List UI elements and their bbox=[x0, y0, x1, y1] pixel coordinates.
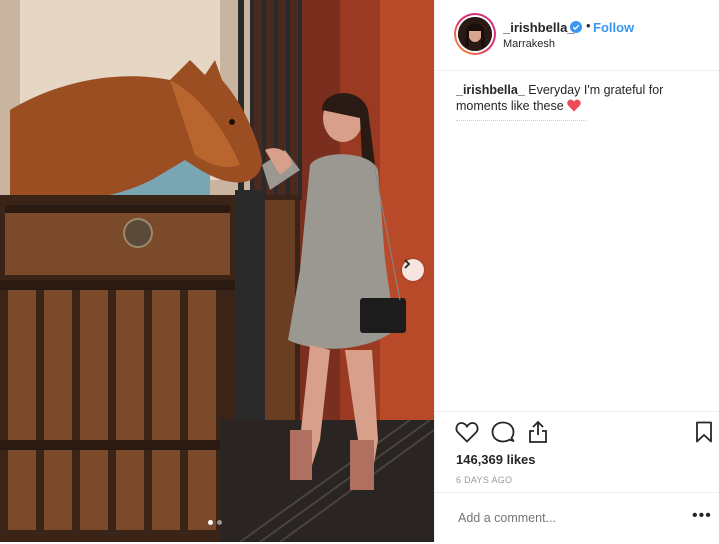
share-icon[interactable] bbox=[527, 420, 549, 444]
comment-bar: ••• bbox=[435, 492, 719, 544]
post-timestamp[interactable]: 6 DAYS AGO bbox=[456, 475, 512, 485]
post-sidebar: _irishbella_ • Follow Marrakesh _irishbe… bbox=[434, 0, 719, 542]
save-icon[interactable] bbox=[695, 421, 713, 443]
heart-emoji-icon bbox=[566, 99, 581, 112]
post-actions: 146,369 likes 6 DAYS AGO ••• bbox=[435, 411, 719, 543]
comment-icon[interactable] bbox=[491, 421, 515, 443]
next-slide-button[interactable] bbox=[402, 259, 424, 281]
post-caption: _irishbella_ Everyday I'm grateful for m… bbox=[456, 82, 696, 114]
avatar[interactable] bbox=[454, 13, 496, 55]
username-link[interactable]: _irishbella_ bbox=[503, 20, 575, 35]
post-header: _irishbella_ • Follow Marrakesh bbox=[435, 0, 719, 71]
avatar-image bbox=[458, 17, 492, 51]
carousel-dot-active bbox=[208, 520, 213, 525]
location-link[interactable]: Marrakesh bbox=[503, 38, 555, 50]
comment-input[interactable] bbox=[456, 510, 660, 526]
carousel-dot bbox=[217, 520, 222, 525]
comment-placeholder-line bbox=[456, 120, 586, 124]
post-photo[interactable] bbox=[0, 0, 434, 542]
chevron-right-icon bbox=[404, 259, 411, 269]
separator-dot: • bbox=[586, 18, 591, 33]
caption-username[interactable]: _irishbella_ bbox=[456, 83, 525, 97]
carousel-indicator bbox=[208, 520, 222, 525]
more-options-button[interactable]: ••• bbox=[692, 507, 712, 525]
follow-button[interactable]: Follow bbox=[593, 20, 634, 35]
photo-illustration bbox=[0, 0, 434, 542]
likes-count[interactable]: 146,369 likes bbox=[456, 452, 536, 467]
like-icon[interactable] bbox=[455, 421, 479, 443]
verified-icon bbox=[570, 21, 582, 33]
